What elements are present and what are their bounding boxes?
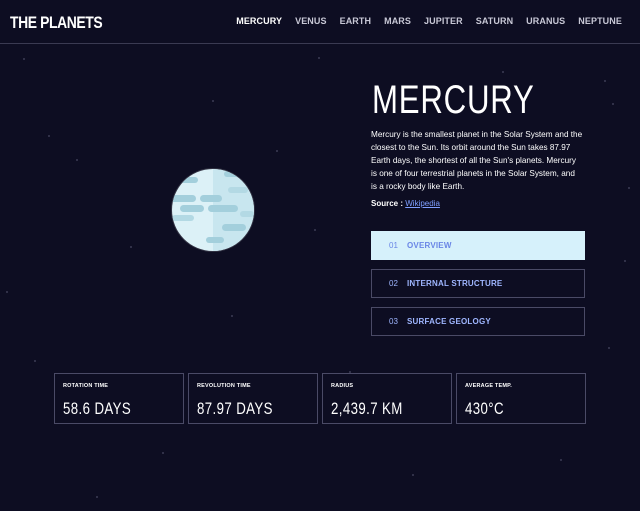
stat-label: ROTATION TIME [63, 383, 109, 389]
nav-item-neptune[interactable]: NEPTUNE [578, 16, 622, 26]
tab-label: SURFACE GEOLOGY [407, 317, 491, 326]
stat-label: RADIUS [331, 383, 354, 389]
stat-card-radius: RADIUS 2,439.7 KM [322, 373, 452, 424]
stat-value: 87.97 DAYS [197, 399, 273, 418]
tab-overview[interactable]: 01 OVERVIEW [371, 231, 585, 260]
tab-number: 03 [389, 317, 398, 326]
mercury-illustration [171, 168, 255, 252]
nav-item-mercury[interactable]: MERCURY [236, 16, 282, 26]
tab-internal-structure[interactable]: 02 INTERNAL STRUCTURE [371, 269, 585, 298]
site-logo[interactable]: THE PLANETS [10, 13, 103, 33]
stat-card-revolution-time: REVOLUTION TIME 87.97 DAYS [188, 373, 318, 424]
tab-surface-geology[interactable]: 03 SURFACE GEOLOGY [371, 307, 585, 336]
nav-item-jupiter[interactable]: JUPITER [424, 16, 463, 26]
nav-item-mars[interactable]: MARS [384, 16, 411, 26]
stat-value: 430°C [465, 399, 504, 418]
stat-value: 2,439.7 KM [331, 399, 403, 418]
nav-item-uranus[interactable]: URANUS [526, 16, 565, 26]
tab-label: OVERVIEW [407, 241, 452, 250]
nav-item-saturn[interactable]: SATURN [476, 16, 513, 26]
planet-title: MERCURY [372, 78, 535, 122]
tab-number: 02 [389, 279, 398, 288]
tab-label: INTERNAL STRUCTURE [407, 279, 503, 288]
wikipedia-link[interactable]: Wikipedia [405, 199, 440, 208]
stat-card-rotation-time: ROTATION TIME 58.6 DAYS [54, 373, 184, 424]
nav-item-earth[interactable]: EARTH [340, 16, 372, 26]
stat-label: REVOLUTION TIME [197, 383, 251, 389]
stat-card-average-temp: AVERAGE TEMP. 430°C [456, 373, 586, 424]
site-header: THE PLANETS MERCURY VENUS EARTH MARS JUPITER… [0, 0, 640, 44]
stat-value: 58.6 DAYS [63, 399, 132, 418]
planet-image [170, 167, 256, 253]
nav-item-venus[interactable]: VENUS [295, 16, 327, 26]
source-label: Source : [371, 199, 406, 208]
planet-nav: MERCURY VENUS EARTH MARS JUPITER SATURN URANUS… [223, 16, 622, 26]
planet-description: Mercury is the smallest planet in the So… [371, 130, 583, 191]
stat-label: AVERAGE TEMP. [465, 383, 513, 389]
source-line: Source : Wikipedia [371, 199, 440, 208]
tab-number: 01 [389, 241, 398, 250]
